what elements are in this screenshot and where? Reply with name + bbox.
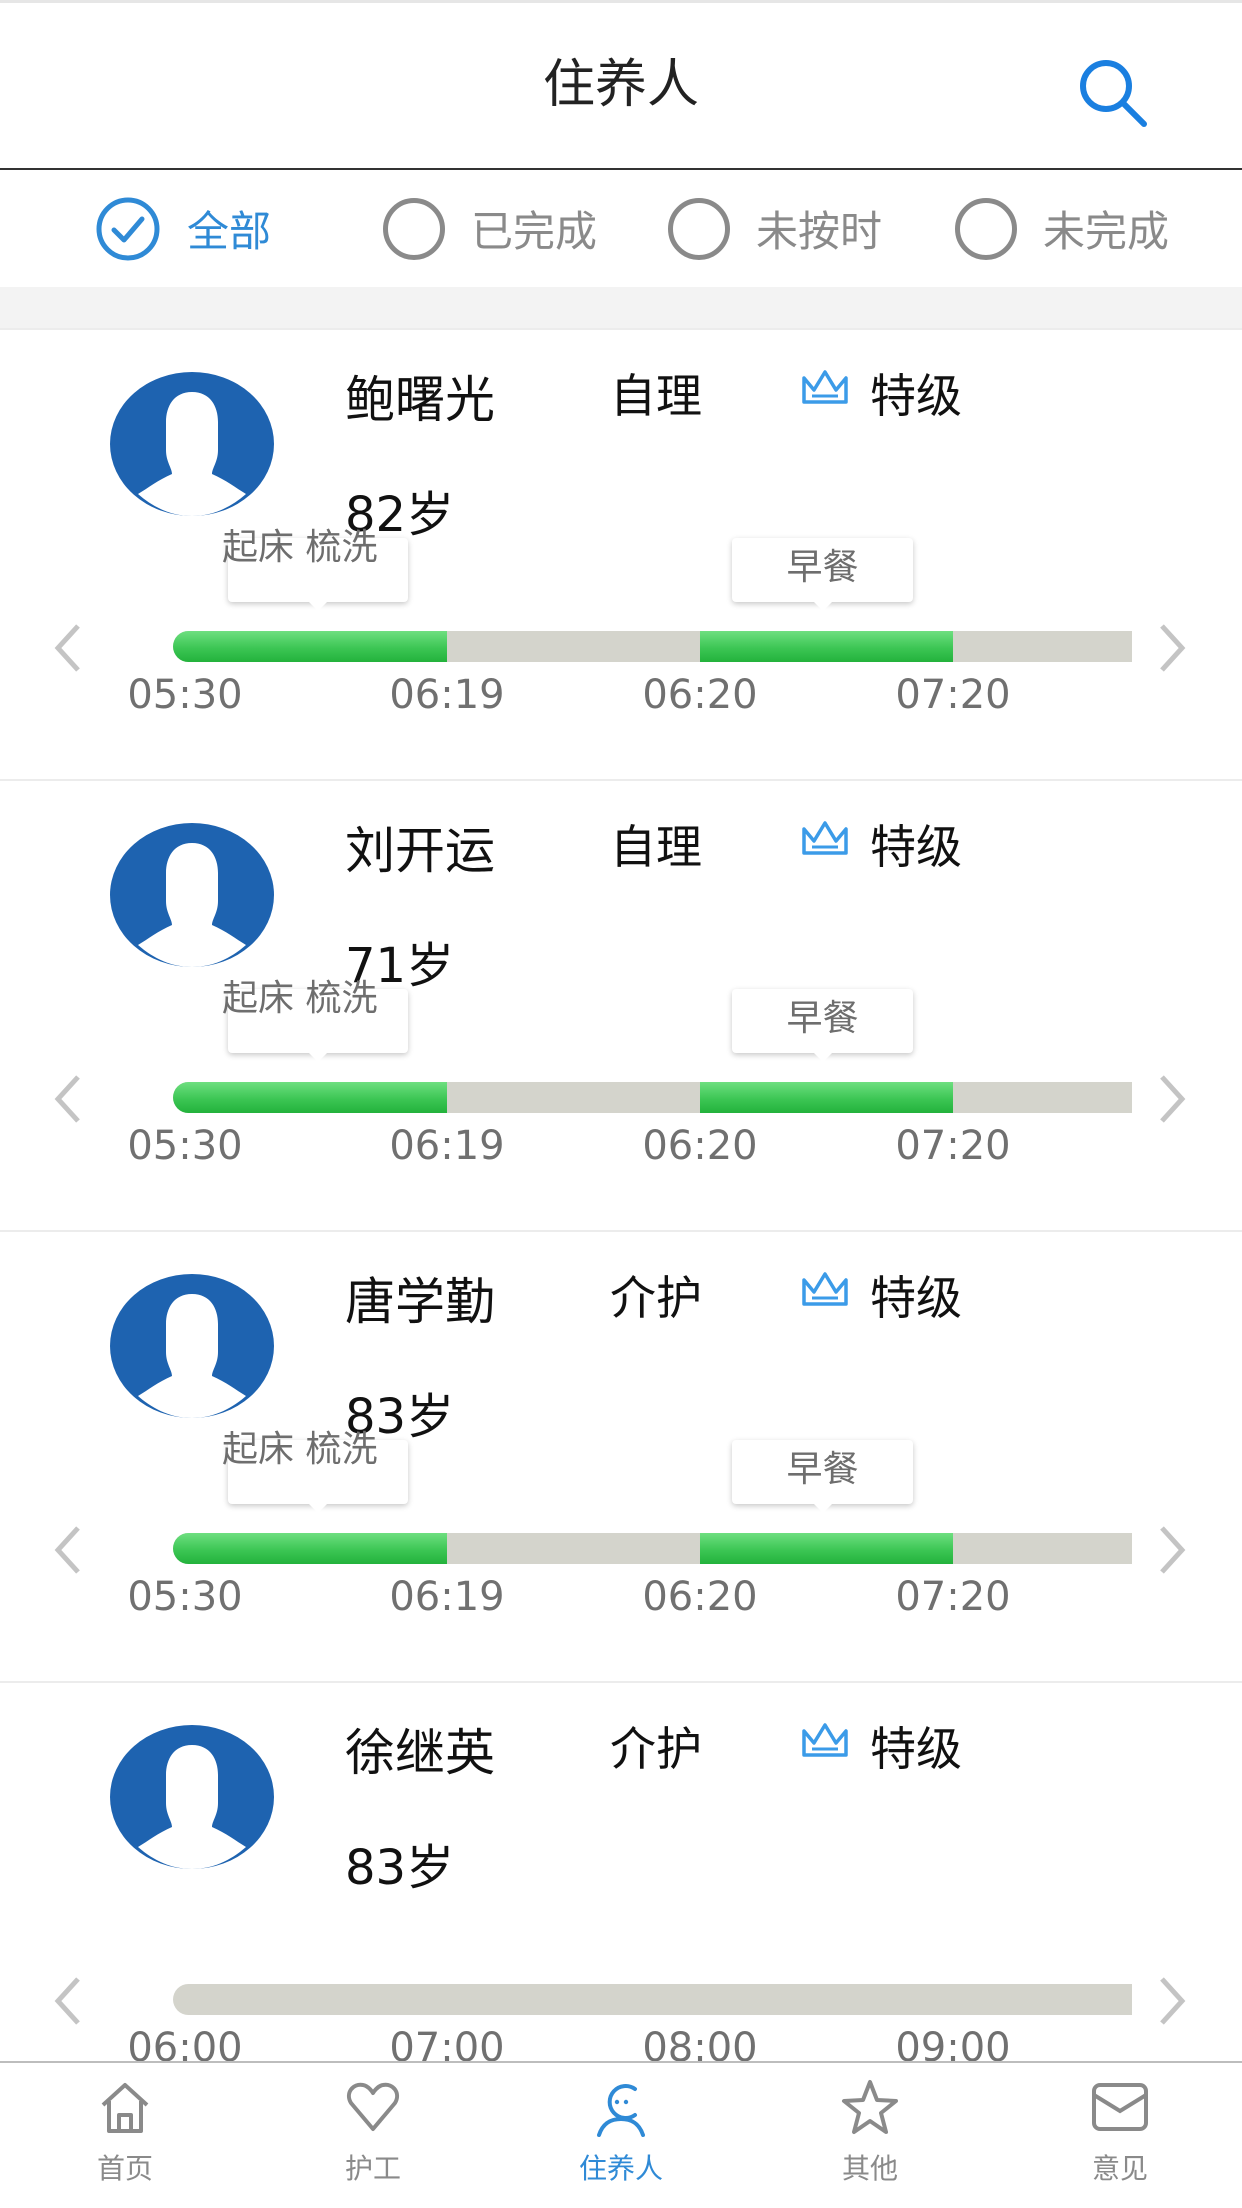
timeline-segment-done [173,631,447,662]
filter-late[interactable]: 未按时 [668,170,882,287]
task-label: 早餐 [786,998,859,1039]
tab-label: 护工 [344,2152,401,2185]
filter-label: 已完成 [471,207,598,256]
timeline-segment-done [173,1082,447,1113]
resident-name: 徐继英 [345,1724,495,1782]
time-label: 06:20 [642,672,758,718]
task-label: 早餐 [786,1449,859,1490]
time-label: 06:20 [642,1123,758,1169]
task-label: 早餐 [786,547,859,588]
filter-bar: 全部 已完成 未按时 未完成 [0,170,1242,287]
radio-icon [955,197,1017,260]
tab-residents[interactable]: 住养人 [551,2063,691,2208]
care-level: 特级 [870,1722,962,1776]
timeline-bar [173,1984,1132,2015]
timeline-segment-done [700,1533,953,1564]
care-level: 特级 [870,369,962,423]
time-label: 05:30 [127,672,243,718]
search-button[interactable] [1068,48,1158,138]
time-label: 06:19 [389,1574,505,1620]
care-type: 自理 [610,820,702,874]
task-label: 起床 梳洗 [222,527,378,568]
radio-icon [668,197,730,260]
avatar-icon [110,1274,274,1418]
time-label: 07:20 [895,672,1011,718]
filter-completed[interactable]: 已完成 [383,170,597,287]
next-arrow-icon[interactable] [1152,1073,1192,1125]
time-label: 06:19 [389,672,505,718]
avatar-icon [110,823,274,967]
resident-card[interactable]: 唐学勤 介护 特级 83岁 起床 梳洗 早餐 05:30 06:19 06:20 07:20 [0,1230,1242,1681]
search-icon [1080,60,1147,127]
prev-arrow-icon[interactable] [48,1073,88,1125]
crown-icon [802,821,848,855]
prev-arrow-icon[interactable] [48,622,88,674]
resident-card[interactable]: 刘开运 自理 特级 71岁 起床 梳洗 早餐 05:30 06:19 06:20 07:20 [0,779,1242,1230]
filter-label: 全部 [187,207,272,256]
section-gap [0,287,1242,328]
avatar-icon [110,372,274,516]
filter-label: 未完成 [1043,207,1170,256]
mail-icon [1092,2083,1148,2131]
resident-name: 唐学勤 [345,1273,495,1331]
task-label: 起床 梳洗 [222,978,378,1019]
care-type: 介护 [610,1722,702,1776]
timeline-bar [173,1533,1132,1564]
task-label: 起床 梳洗 [222,1429,378,1470]
time-label: 07:20 [895,1574,1011,1620]
resident-name: 鲍曙光 [345,371,495,429]
tab-label: 首页 [96,2152,153,2185]
prev-arrow-icon[interactable] [48,1524,88,1576]
care-level: 特级 [870,820,962,874]
care-type: 介护 [610,1271,702,1325]
page-title: 住养人 [542,55,699,115]
heart-icon [346,2082,400,2131]
time-label: 07:20 [895,1123,1011,1169]
timeline-bar [173,631,1132,662]
next-arrow-icon[interactable] [1152,1975,1192,2027]
crown-icon [802,1272,848,1306]
crown-icon [802,1723,848,1757]
care-level: 特级 [870,1271,962,1325]
tab-label: 意见 [1091,2152,1148,2185]
tab-home[interactable]: 首页 [55,2063,195,2208]
bottom-nav: 首页 护工 住养人 其他 意见 [0,2063,1242,2208]
time-label: 06:20 [642,1574,758,1620]
check-circle-icon [96,197,160,260]
filter-label: 未按时 [756,207,883,256]
tab-feedback[interactable]: 意见 [1050,2063,1190,2208]
resident-name: 刘开运 [345,822,495,880]
radio-icon [383,197,445,260]
resident-card[interactable]: 鲍曙光 自理 特级 82岁 起床 梳洗 早餐 05:30 06:19 06:20 07:20 [0,328,1242,779]
header-bar: 住养人 [0,3,1242,170]
avatar-icon [110,1725,274,1869]
tab-other[interactable]: 其他 [800,2063,940,2208]
tab-caregiver[interactable]: 护工 [303,2063,443,2208]
timeline-bar [173,1082,1132,1113]
timeline-segment-done [700,1082,953,1113]
next-arrow-icon[interactable] [1152,622,1192,674]
tab-label: 其他 [841,2152,898,2185]
filter-all[interactable]: 全部 [95,170,271,287]
filter-incomplete[interactable]: 未完成 [955,170,1169,287]
tab-label: 住养人 [578,2152,663,2185]
care-type: 自理 [610,369,702,423]
star-icon [842,2080,898,2134]
time-label: 05:30 [127,1574,243,1620]
crown-icon [802,370,848,404]
time-label: 05:30 [127,1123,243,1169]
timeline-segment-done [700,631,953,662]
timeline-segment-done [173,1533,447,1564]
next-arrow-icon[interactable] [1152,1524,1192,1576]
resident-icon [597,2084,645,2137]
time-label: 06:19 [389,1123,505,1169]
prev-arrow-icon[interactable] [48,1975,88,2027]
home-icon [101,2083,149,2133]
resident-age: 83岁 [345,1840,455,1896]
